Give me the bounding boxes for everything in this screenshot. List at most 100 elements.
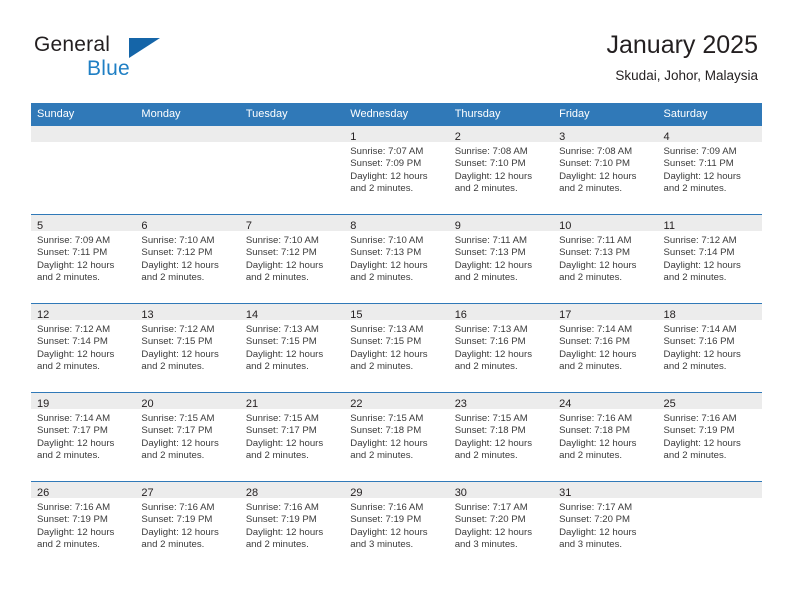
day-detail-line: Sunset: 7:20 PM	[559, 514, 631, 526]
calendar-day-cell[interactable]: 21 Sunrise: 7:15 AM Sunset: 7:17 PM Dayligh…	[239, 392, 345, 482]
day-detail-line: and 2 minutes.	[350, 182, 414, 194]
calendar-day-cell[interactable]: 19 Sunrise: 7:14 AM Sunset: 7:17 PM Dayligh…	[31, 392, 136, 482]
day-detail-line: Daylight: 12 hours	[663, 348, 741, 360]
day-number-band: 25	[657, 393, 762, 410]
day-number-band	[239, 126, 345, 142]
calendar-day-cell[interactable]: 28 Sunrise: 7:16 AM Sunset: 7:19 PM Dayligh…	[239, 481, 345, 570]
day-number: 17	[559, 309, 572, 321]
calendar-day-cell[interactable]: 4 Sunrise: 7:09 AM Sunset: 7:11 PM Daylight…	[657, 125, 762, 215]
page-location: Skudai, Johor, Malaysia	[615, 68, 758, 83]
calendar-day-cell[interactable]: 13 Sunrise: 7:12 AM Sunset: 7:15 PM Dayligh…	[135, 303, 240, 393]
day-detail-line: Sunset: 7:19 PM	[350, 514, 422, 526]
calendar-day-cell[interactable]: 11 Sunrise: 7:12 AM Sunset: 7:14 PM Dayligh…	[657, 214, 762, 304]
calendar-day-cell[interactable]: 25 Sunrise: 7:16 AM Sunset: 7:19 PM Dayligh…	[657, 392, 762, 482]
calendar-day-cell[interactable]: 31 Sunrise: 7:17 AM Sunset: 7:20 PM Dayligh…	[553, 481, 658, 570]
weekday-header-friday: Friday	[553, 103, 658, 126]
day-detail-line: Sunset: 7:12 PM	[245, 247, 317, 259]
day-details: Sunrise: 7:17 AM Sunset: 7:20 PM Daylight:…	[449, 498, 553, 551]
day-number: 27	[141, 487, 154, 499]
day-detail-line: Sunset: 7:13 PM	[454, 247, 526, 259]
day-number-band: 28	[239, 482, 345, 499]
day-detail-line: Daylight: 12 hours	[350, 170, 428, 182]
calendar-day-cell[interactable]: 30 Sunrise: 7:17 AM Sunset: 7:20 PM Dayligh…	[448, 481, 554, 570]
day-detail-line: Sunrise: 7:11 AM	[559, 235, 632, 246]
day-details: Sunrise: 7:15 AM Sunset: 7:18 PM Daylight:…	[344, 409, 448, 462]
day-detail-line: Daylight: 12 hours	[454, 526, 533, 538]
calendar-header-row: Sunday Monday Tuesday Wednesday Thursday…	[31, 103, 762, 126]
calendar-day-cell[interactable]: 23 Sunrise: 7:15 AM Sunset: 7:18 PM Dayligh…	[448, 392, 554, 482]
day-detail-line: Sunrise: 7:12 AM	[37, 324, 111, 335]
calendar-day-cell[interactable]: 9 Sunrise: 7:11 AM Sunset: 7:13 PM Daylight…	[448, 214, 554, 304]
calendar-day-cell[interactable]: 24 Sunrise: 7:16 AM Sunset: 7:18 PM Dayligh…	[553, 392, 658, 482]
page-title: January 2025	[606, 31, 758, 59]
day-detail-line: Daylight: 12 hours	[141, 259, 219, 271]
day-detail-line: and 2 minutes.	[454, 271, 518, 283]
day-details: Sunrise: 7:08 AM Sunset: 7:10 PM Daylight:…	[553, 142, 657, 195]
calendar-day-cell[interactable]: 6 Sunrise: 7:10 AM Sunset: 7:12 PM Daylight…	[135, 214, 240, 304]
day-detail-line: Daylight: 12 hours	[663, 259, 741, 271]
day-detail-line: Sunrise: 7:16 AM	[141, 502, 215, 513]
day-detail-line: Daylight: 12 hours	[454, 437, 533, 449]
day-number-band: 29	[344, 482, 449, 499]
calendar-day-cell[interactable]: 18 Sunrise: 7:14 AM Sunset: 7:16 PM Dayligh…	[657, 303, 762, 393]
calendar-day-cell[interactable]: 14 Sunrise: 7:13 AM Sunset: 7:15 PM Dayligh…	[239, 303, 345, 393]
calendar-day-cell[interactable]: 12 Sunrise: 7:12 AM Sunset: 7:14 PM Dayligh…	[31, 303, 136, 393]
day-detail-line: Sunset: 7:13 PM	[350, 247, 422, 259]
day-detail-line: and 2 minutes.	[37, 271, 100, 283]
day-details: Sunrise: 7:08 AM Sunset: 7:10 PM Daylight:…	[449, 142, 553, 195]
calendar-day-cell[interactable]: 1 Sunrise: 7:07 AM Sunset: 7:09 PM Daylight…	[344, 125, 449, 215]
calendar-day-cell[interactable]: 2 Sunrise: 7:08 AM Sunset: 7:10 PM Daylight…	[448, 125, 554, 215]
brand-name-blue: Blue	[87, 57, 130, 80]
day-detail-line: and 2 minutes.	[350, 360, 414, 372]
day-detail-line: Sunset: 7:09 PM	[350, 158, 422, 170]
calendar-day-cell[interactable]: 5 Sunrise: 7:09 AM Sunset: 7:11 PM Daylight…	[31, 214, 136, 304]
calendar-day-cell[interactable]: 27 Sunrise: 7:16 AM Sunset: 7:19 PM Dayligh…	[135, 481, 240, 570]
day-detail-line: and 2 minutes.	[663, 271, 727, 283]
day-detail-line: Sunrise: 7:15 AM	[350, 413, 424, 424]
day-number-band: 12	[31, 304, 136, 321]
day-details: Sunrise: 7:17 AM Sunset: 7:20 PM Daylight:…	[553, 498, 657, 551]
day-detail-line: Daylight: 12 hours	[663, 437, 741, 449]
day-details: Sunrise: 7:07 AM Sunset: 7:09 PM Daylight:…	[344, 142, 448, 195]
day-number-band: 31	[553, 482, 658, 499]
day-number: 28	[245, 487, 259, 499]
calendar-day-cell[interactable]: 22 Sunrise: 7:15 AM Sunset: 7:18 PM Dayligh…	[344, 392, 449, 482]
day-number-band: 8	[344, 215, 449, 232]
calendar-day-cell-empty	[239, 125, 345, 215]
day-detail-line: Sunrise: 7:13 AM	[245, 324, 319, 335]
calendar-day-cell[interactable]: 7 Sunrise: 7:10 AM Sunset: 7:12 PM Daylight…	[239, 214, 345, 304]
day-detail-line: and 2 minutes.	[350, 271, 414, 283]
day-detail-line: Daylight: 12 hours	[350, 437, 428, 449]
day-detail-line: and 3 minutes.	[559, 538, 623, 550]
day-number: 7	[245, 220, 252, 232]
day-detail-line: Daylight: 12 hours	[350, 526, 428, 538]
calendar-day-cell[interactable]: 17 Sunrise: 7:14 AM Sunset: 7:16 PM Dayligh…	[553, 303, 658, 393]
day-number-band: 30	[448, 482, 554, 499]
calendar-day-cell[interactable]: 29 Sunrise: 7:16 AM Sunset: 7:19 PM Dayligh…	[344, 481, 449, 570]
day-detail-line: Sunset: 7:10 PM	[559, 158, 631, 170]
calendar-day-cell-empty	[31, 125, 136, 215]
day-detail-line: Sunset: 7:16 PM	[454, 336, 526, 348]
calendar-day-cell[interactable]: 15 Sunrise: 7:13 AM Sunset: 7:15 PM Dayligh…	[344, 303, 449, 393]
day-detail-line: Sunset: 7:10 PM	[454, 158, 526, 170]
calendar-day-cell[interactable]: 16 Sunrise: 7:13 AM Sunset: 7:16 PM Dayligh…	[448, 303, 554, 393]
day-detail-line: Daylight: 12 hours	[37, 259, 115, 271]
day-number-band: 3	[553, 126, 658, 143]
day-number: 8	[350, 220, 357, 232]
calendar-day-cell[interactable]: 26 Sunrise: 7:16 AM Sunset: 7:19 PM Dayligh…	[31, 481, 136, 570]
day-details: Sunrise: 7:16 AM Sunset: 7:19 PM Daylight:…	[31, 498, 135, 551]
day-number-band: 5	[31, 215, 136, 232]
day-detail-line: Sunset: 7:17 PM	[37, 425, 108, 437]
day-number-band: 23	[448, 393, 554, 410]
day-number: 6	[141, 220, 148, 232]
day-detail-line: and 2 minutes.	[663, 449, 727, 461]
general-blue-logo[interactable]: General Blue	[34, 33, 234, 85]
day-details: Sunrise: 7:12 AM Sunset: 7:14 PM Daylight:…	[31, 320, 135, 373]
calendar-day-cell[interactable]: 3 Sunrise: 7:08 AM Sunset: 7:10 PM Daylight…	[553, 125, 658, 215]
calendar-day-cell[interactable]: 10 Sunrise: 7:11 AM Sunset: 7:13 PM Dayligh…	[553, 214, 658, 304]
day-details: Sunrise: 7:14 AM Sunset: 7:17 PM Daylight:…	[31, 409, 135, 462]
calendar-day-cell[interactable]: 8 Sunrise: 7:10 AM Sunset: 7:13 PM Daylight…	[344, 214, 449, 304]
triangle-flag-icon	[129, 38, 160, 58]
calendar-day-cell[interactable]: 20 Sunrise: 7:15 AM Sunset: 7:17 PM Dayligh…	[135, 392, 240, 482]
day-detail-line: Sunrise: 7:16 AM	[559, 413, 633, 424]
